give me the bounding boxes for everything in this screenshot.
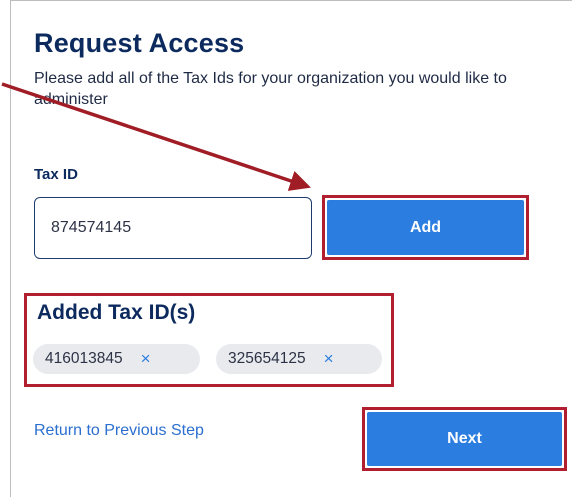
annotation-arrow-icon [1, 82, 311, 191]
